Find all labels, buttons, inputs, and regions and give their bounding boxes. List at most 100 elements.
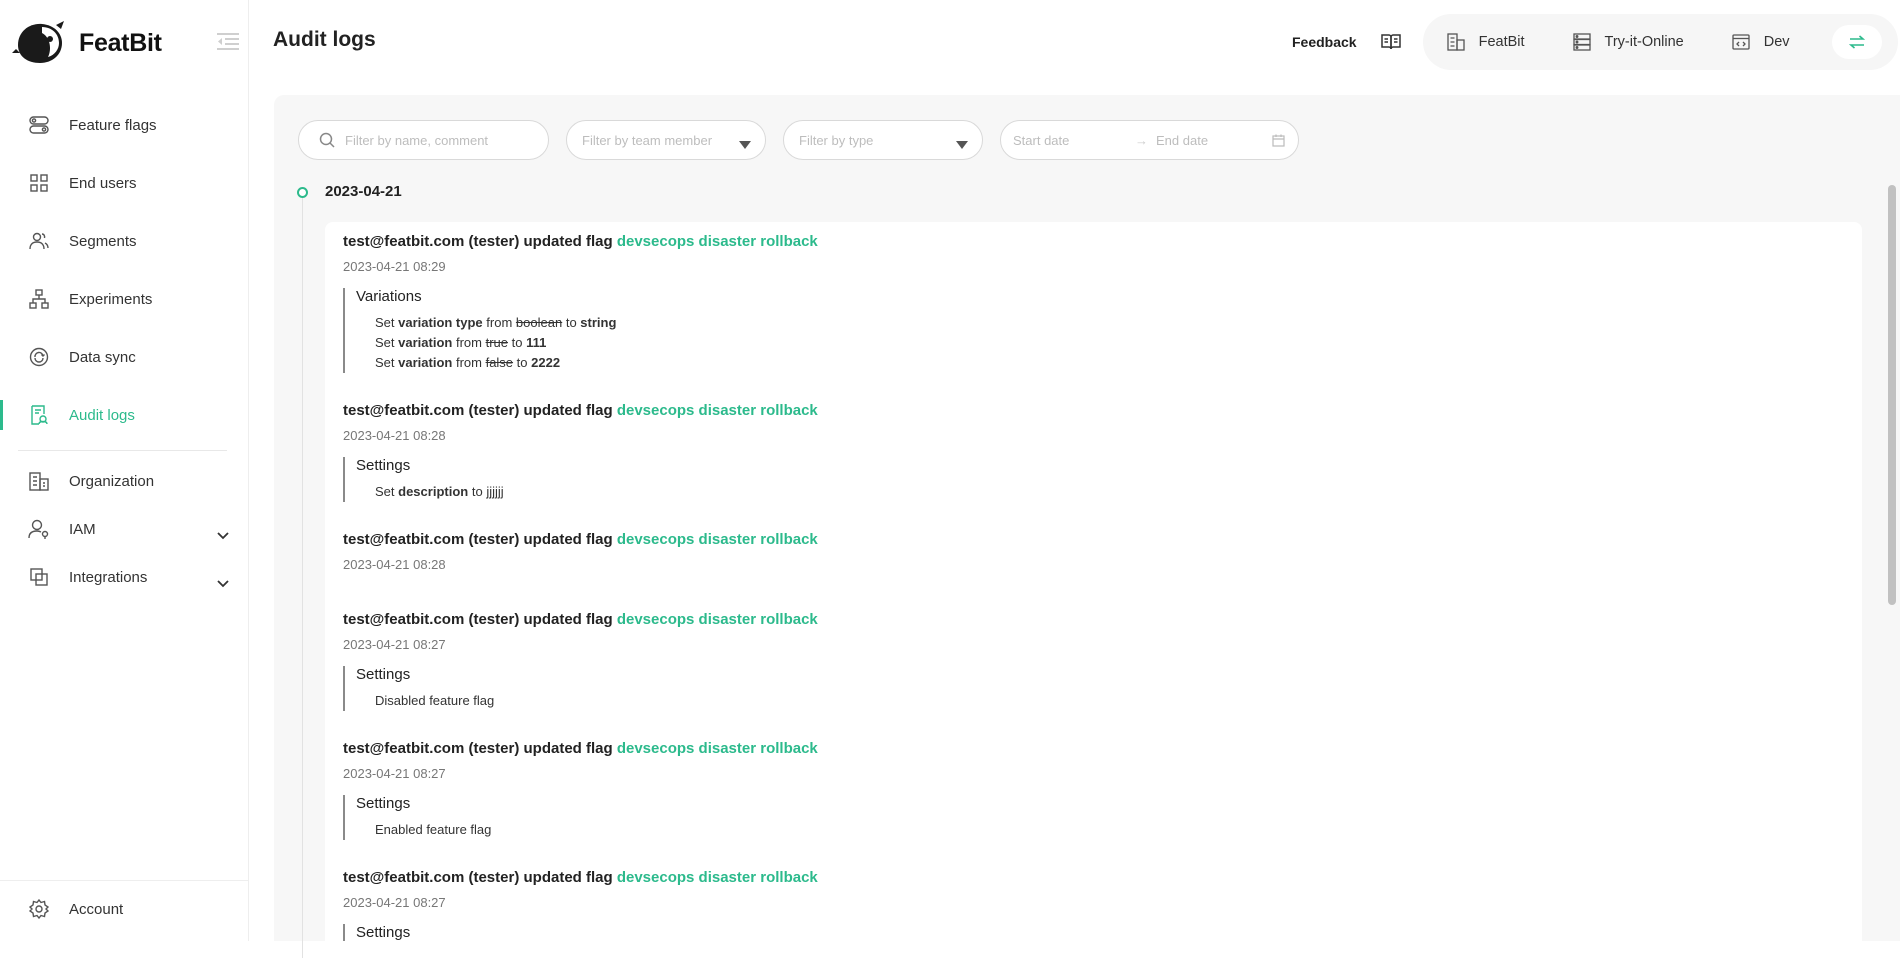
change-line: Enabled feature flag (375, 822, 492, 837)
team-member-filter[interactable]: Filter by team member (566, 120, 766, 160)
organization-selector[interactable]: FeatBit (1446, 33, 1525, 51)
change-from: from (455, 355, 482, 370)
team-member-placeholder: Filter by team member (582, 132, 713, 148)
change-field: variation (398, 355, 453, 370)
old-value: false (485, 355, 514, 370)
change-section-title: Settings (356, 924, 411, 941)
sidebar-item-data-sync[interactable]: Data sync (0, 328, 249, 386)
sidebar-item-iam[interactable]: IAM (0, 505, 249, 553)
code-window-icon (1732, 34, 1750, 50)
flag-link[interactable]: devsecops disaster rollback (617, 740, 818, 757)
sidebar-item-label: Audit logs (69, 406, 135, 424)
change-field: variation (398, 335, 453, 350)
flag-link[interactable]: devsecops disaster rollback (617, 869, 818, 886)
audit-log-entry: test@featbit.com (tester) updated flag d… (343, 531, 818, 572)
sidebar-item-label: End users (69, 174, 137, 192)
sidebar-item-experiments[interactable]: Experiments (0, 270, 249, 328)
logo[interactable]: FeatBit (12, 18, 162, 68)
sidebar-item-label: Experiments (69, 290, 153, 308)
change-to: to (516, 355, 528, 370)
project-name: Try-it-Online (1604, 34, 1684, 50)
sidebar-item-audit-logs[interactable]: Audit logs (0, 386, 249, 444)
type-placeholder: Filter by type (799, 132, 874, 148)
search-input[interactable]: Filter by name, comment (298, 120, 549, 160)
sync-icon (28, 346, 50, 368)
server-icon (1572, 33, 1591, 51)
main-panel: Filter by name, comment Filter by team m… (274, 95, 1900, 962)
change-block: Settings Enabled feature flag (343, 795, 818, 840)
entry-heading: test@featbit.com (tester) updated flag d… (343, 402, 818, 419)
sidebar-item-feature-flags[interactable]: Feature flags (0, 96, 249, 154)
change-from: from (455, 335, 482, 350)
change-to: to (471, 484, 483, 499)
change-line: Set variation type from boolean to strin… (356, 313, 818, 333)
docs-book-icon[interactable] (1380, 31, 1403, 53)
sidebar-item-end-users[interactable]: End users (0, 154, 249, 212)
flag-link[interactable]: devsecops disaster rollback (617, 233, 818, 250)
building-icon (28, 470, 50, 492)
audit-icon (28, 404, 50, 426)
account-section: Account (0, 880, 249, 937)
old-value: true (485, 335, 508, 350)
change-line: Set variation from false to 2222 (356, 353, 818, 373)
flag-link[interactable]: devsecops disaster rollback (617, 611, 818, 628)
change-block: Settings Set description to jjjjjj (343, 457, 818, 502)
scrollbar-thumb[interactable] (1888, 185, 1896, 605)
entry-actor: test@featbit.com (tester) updated flag (343, 233, 613, 250)
timeline-date: 2023-04-21 (325, 183, 402, 200)
collapse-sidebar-button[interactable] (215, 29, 241, 53)
sidebar-item-label: Organization (69, 472, 155, 490)
change-section-title: Settings (356, 457, 411, 474)
sidebar-nav: Feature flags End users Segments Experim… (0, 96, 249, 601)
gear-icon (28, 898, 50, 920)
users-icon (28, 230, 50, 252)
sidebar-item-label: Data sync (69, 348, 136, 366)
feedback-link[interactable]: Feedback (1292, 34, 1357, 50)
change-from: from (486, 315, 513, 330)
swap-icon (1848, 35, 1865, 49)
entry-timestamp: 2023-04-21 08:28 (343, 428, 446, 443)
sidebar-item-account[interactable]: Account (0, 881, 249, 937)
entry-actor: test@featbit.com (tester) updated flag (343, 869, 613, 886)
sidebar-item-integrations[interactable]: Integrations (0, 553, 249, 601)
type-filter[interactable]: Filter by type (783, 120, 983, 160)
sidebar-item-segments[interactable]: Segments (0, 212, 249, 270)
hierarchy-icon (28, 288, 50, 310)
change-verb: Set (375, 355, 395, 370)
audit-log-entry: test@featbit.com (tester) updated flag d… (343, 611, 818, 711)
change-field: description (398, 484, 469, 499)
toggle-icon (28, 114, 50, 136)
start-date-placeholder: Start date (1013, 132, 1070, 148)
entry-heading: test@featbit.com (tester) updated flag d… (343, 531, 818, 548)
sidebar: FeatBit Feature flags End users Segments… (0, 0, 249, 941)
change-line: Set variation from true to 111 (356, 333, 818, 353)
menu-fold-icon (217, 33, 239, 50)
audit-log-entry: test@featbit.com (tester) updated flag d… (343, 740, 818, 840)
change-verb: Set (375, 315, 395, 330)
flag-link[interactable]: devsecops disaster rollback (617, 531, 818, 548)
caret-down-icon (739, 137, 751, 152)
date-range-picker[interactable]: Start date → End date (1000, 120, 1299, 160)
entry-actor: test@featbit.com (tester) updated flag (343, 611, 613, 628)
end-date-placeholder: End date (1156, 133, 1209, 148)
entry-heading: test@featbit.com (tester) updated flag d… (343, 869, 818, 886)
user-key-icon (28, 518, 50, 540)
switch-environment-button[interactable] (1831, 25, 1882, 59)
new-value: 2222 (531, 355, 561, 370)
timeline-dot (297, 187, 308, 198)
flag-link[interactable]: devsecops disaster rollback (617, 402, 818, 419)
sidebar-item-label: Feature flags (69, 116, 157, 134)
entry-timestamp: 2023-04-21 08:28 (343, 557, 446, 572)
entry-timestamp: 2023-04-21 08:29 (343, 259, 446, 274)
change-verb: Set (375, 335, 395, 350)
project-selector[interactable]: Try-it-Online (1572, 33, 1684, 51)
sidebar-item-organization[interactable]: Organization (0, 457, 249, 505)
change-section-title: Settings (356, 666, 411, 683)
integrations-icon (28, 566, 50, 588)
environment-name-selector[interactable]: Dev (1732, 34, 1790, 50)
entry-timestamp: 2023-04-21 08:27 (343, 766, 446, 781)
sidebar-item-label: Segments (69, 232, 137, 250)
change-section-title: Settings (356, 795, 411, 812)
entry-heading: test@featbit.com (tester) updated flag d… (343, 611, 818, 628)
entry-timestamp: 2023-04-21 08:27 (343, 637, 446, 652)
